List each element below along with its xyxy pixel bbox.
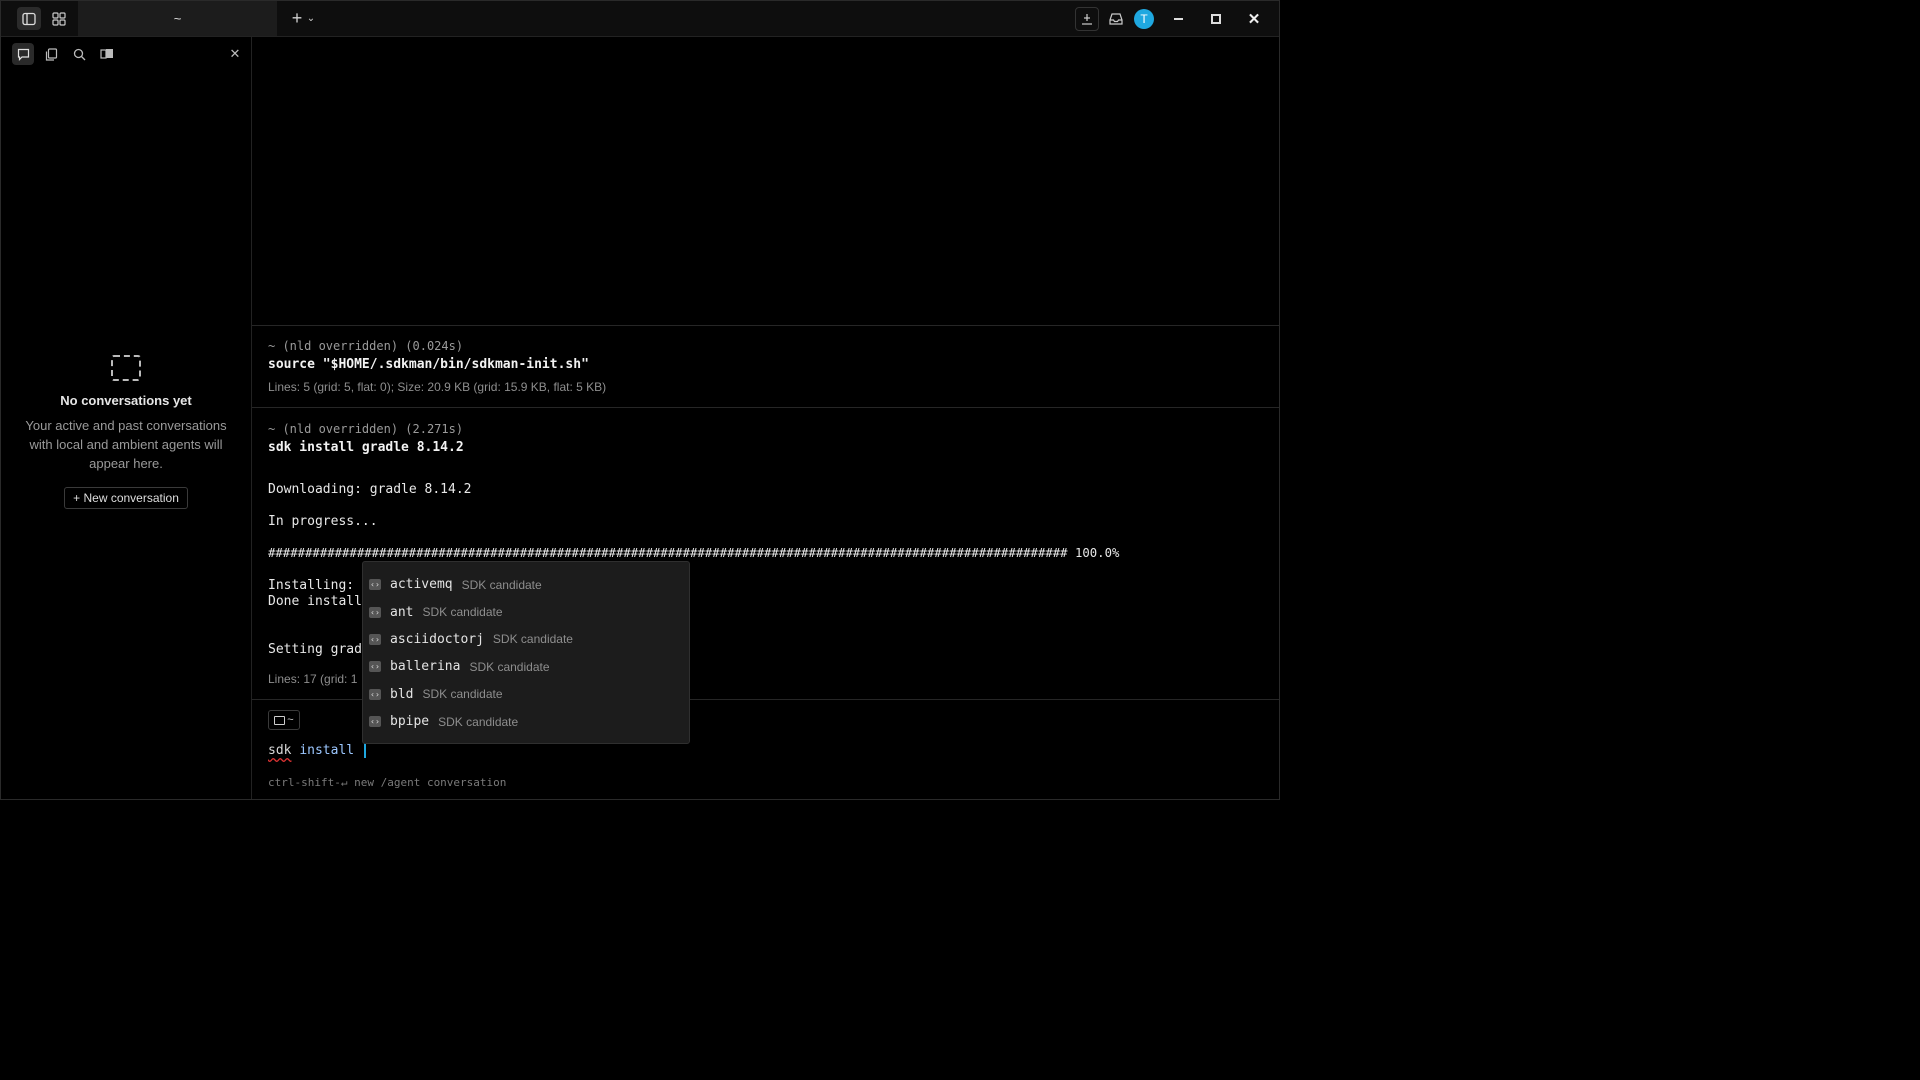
plus-icon: +	[73, 491, 81, 505]
command-input[interactable]: sdk install	[268, 743, 366, 758]
new-conversation-label: New conversation	[83, 491, 179, 505]
autocomplete-item[interactable]: ‹› bpipe SDK candidate	[363, 708, 689, 735]
text-cursor	[363, 743, 366, 758]
inbox-icon	[1109, 12, 1123, 25]
block-prompt: ~ (nld overridden) (0.024s)	[268, 339, 464, 353]
new-conversation-button[interactable]: + New conversation	[64, 487, 188, 509]
close-icon: ✕	[1247, 10, 1261, 28]
autocomplete-item-name: activemq	[390, 577, 453, 593]
input-argument-token: install	[299, 743, 355, 758]
empty-state-description: Your active and past conversations with …	[25, 418, 227, 471]
resource-center-button[interactable]	[1075, 7, 1099, 31]
search-icon	[73, 48, 85, 60]
conversations-tab[interactable]	[12, 43, 34, 65]
book-icon	[100, 49, 113, 59]
code-icon: ‹›	[369, 688, 381, 700]
block-prompt: ~ (nld overridden) (2.271s)	[268, 422, 464, 436]
maximize-button[interactable]	[1204, 7, 1228, 30]
autocomplete-item[interactable]: ‹› bld SDK candidate	[363, 681, 689, 708]
autocomplete-item-desc: SDK candidate	[438, 714, 519, 729]
conversations-panel: ✕ No conversations yet Your active and p…	[1, 37, 252, 799]
app-window: ~ + ⌄ T ✕ ✕ No conversations yet Your ac…	[0, 0, 1280, 800]
autocomplete-item-name: ant	[390, 604, 414, 620]
close-window-button[interactable]: ✕	[1242, 7, 1266, 30]
avatar[interactable]: T	[1134, 9, 1154, 29]
autocomplete-item-name: ballerina	[390, 659, 461, 675]
block-output-line: In progress...	[268, 514, 378, 529]
block-output-line: Downloading: gradle 8.14.2	[268, 482, 472, 497]
empty-conversations-icon	[111, 355, 141, 381]
inbox-button[interactable]	[1104, 7, 1128, 30]
code-icon: ‹›	[369, 579, 381, 591]
code-icon: ‹›	[369, 633, 381, 645]
autocomplete-item-name: asciidoctorj	[390, 631, 484, 647]
autocomplete-item-name: bpipe	[390, 714, 430, 730]
block-meta: Lines: 17 (grid: 1	[268, 672, 358, 686]
autocomplete-item-desc: SDK candidate	[492, 632, 573, 647]
directory-chip[interactable]: ~	[268, 710, 300, 730]
files-tab[interactable]	[40, 43, 62, 65]
code-icon: ‹›	[369, 606, 381, 618]
autocomplete-item[interactable]: ‹› ant SDK candidate	[363, 598, 689, 625]
agents-tab[interactable]	[96, 43, 118, 65]
download-icon	[1082, 14, 1092, 25]
files-icon	[45, 47, 57, 61]
progress-output-line: ########################################…	[268, 546, 1120, 560]
autocomplete-menu[interactable]: ‹› activemq SDK candidate ‹› ant SDK can…	[362, 561, 690, 744]
input-hint: ctrl-shift-↵ new /agent conversation	[268, 776, 507, 789]
block-command: source "$HOME/.sdkman/bin/sdkman-init.sh…	[268, 357, 589, 372]
block-meta: Lines: 5 (grid: 5, flat: 0); Size: 20.9 …	[268, 380, 607, 394]
code-icon: ‹›	[369, 661, 381, 673]
autocomplete-item[interactable]: ‹› asciidoctorj SDK candidate	[363, 626, 689, 653]
new-tab-menu-button[interactable]: ⌄	[304, 7, 318, 30]
autocomplete-item[interactable]: ‹› activemq SDK candidate	[363, 571, 689, 598]
directory-label: ~	[287, 714, 294, 726]
chevron-down-icon: ⌄	[306, 13, 316, 24]
autocomplete-item-desc: SDK candidate	[422, 687, 503, 702]
tab-overview-button[interactable]	[47, 7, 71, 30]
block-output-line: Setting grad	[268, 642, 362, 657]
empty-state: No conversations yet Your active and pas…	[1, 355, 251, 509]
autocomplete-item-desc: SDK candidate	[469, 659, 550, 674]
autocomplete-item-desc: SDK candidate	[461, 577, 542, 592]
folder-icon	[274, 715, 286, 725]
toggle-sidebar-button[interactable]	[17, 7, 41, 30]
autocomplete-item-desc: SDK candidate	[422, 605, 503, 620]
chat-icon	[17, 48, 29, 61]
sidebar-icon	[22, 12, 36, 25]
plus-icon: +	[291, 8, 303, 28]
autocomplete-item-name: bld	[390, 686, 414, 702]
grid-icon	[52, 11, 66, 26]
code-icon: ‹›	[369, 716, 381, 728]
autocomplete-item[interactable]: ‹› ballerina SDK candidate	[363, 653, 689, 680]
close-panel-button[interactable]: ✕	[224, 43, 246, 65]
tab-terminal[interactable]: ~	[78, 1, 277, 36]
minimize-icon	[1173, 17, 1183, 20]
block-command: sdk install gradle 8.14.2	[268, 440, 464, 455]
block-output-line: Installing:	[268, 578, 355, 593]
empty-state-title: No conversations yet	[60, 393, 192, 408]
tab-title: ~	[173, 11, 182, 26]
command-block[interactable]: ~ (nld overridden) (0.024s) source "$HOM…	[252, 325, 1279, 408]
minimize-button[interactable]	[1166, 7, 1190, 30]
maximize-icon	[1211, 13, 1221, 24]
input-command-token: sdk	[268, 743, 292, 758]
search-tab[interactable]	[68, 43, 90, 65]
title-bar: ~ + ⌄ T ✕	[1, 1, 1279, 37]
close-icon: ✕	[229, 46, 241, 61]
block-output-line: Done install	[268, 594, 362, 609]
